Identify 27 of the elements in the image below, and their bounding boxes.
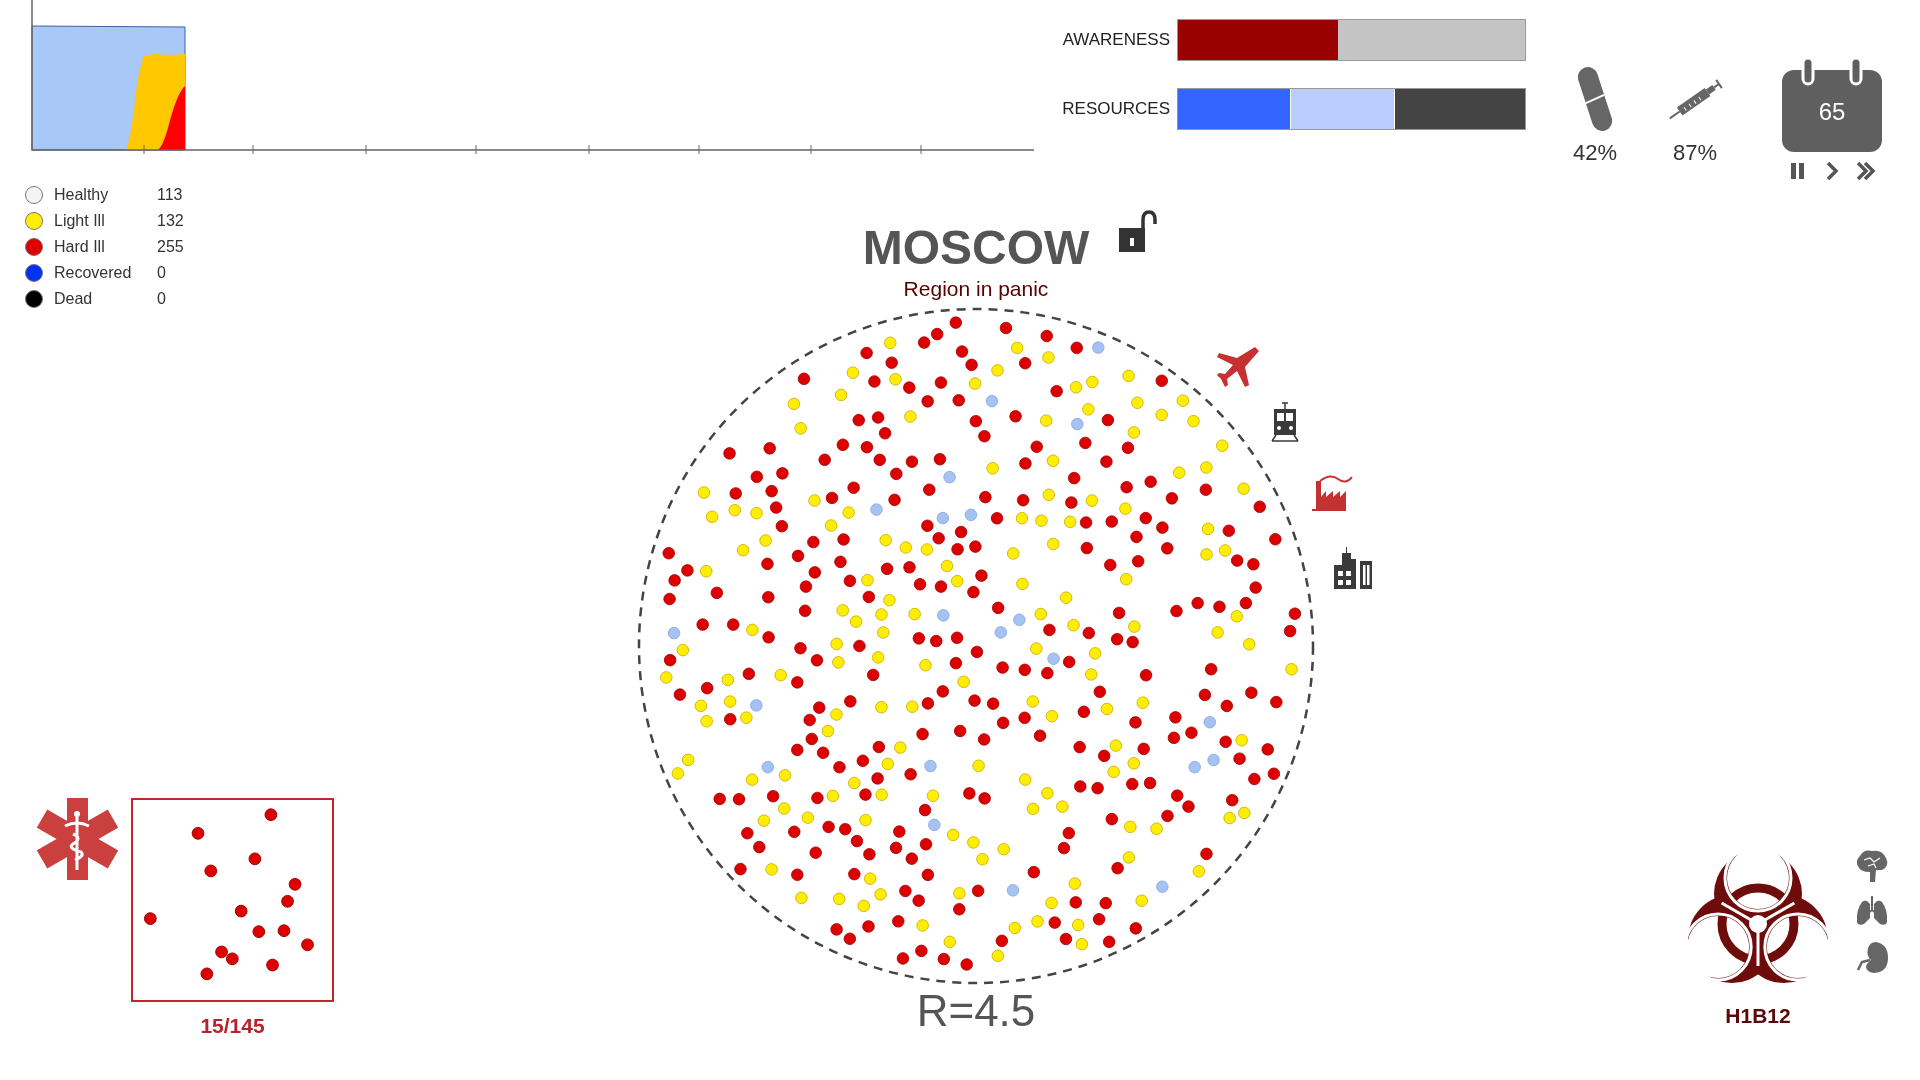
kidney-icon (1854, 940, 1890, 976)
legend-label: Hard Ill (54, 237, 106, 256)
vaccine-percent: 87% (1672, 140, 1717, 166)
unlocked-lock-icon[interactable] (1117, 210, 1160, 254)
brain-icon (1854, 848, 1890, 884)
region-title: MOSCOW (862, 222, 1090, 275)
meter-label: AWARENESS (1061, 30, 1170, 50)
medical-star-icon (37, 798, 118, 880)
legend-count: 0 (157, 263, 167, 282)
legend-label: Healthy (54, 185, 110, 204)
legend-count: 113 (157, 185, 184, 204)
fast-forward-button[interactable] (1855, 160, 1877, 182)
calendar-icon (1782, 58, 1882, 152)
region-status: Region in panic (903, 276, 1049, 301)
legend-count: 132 (157, 211, 185, 230)
r-value: R=4.5 (916, 988, 1036, 1033)
calendar-day: 65 (1818, 100, 1846, 124)
hard-ill-area (158, 86, 185, 150)
legend-label: Recovered (54, 263, 133, 282)
hospital-occupancy: 15/145 (200, 1014, 265, 1038)
legend-count: 0 (157, 289, 167, 308)
legend-count: 255 (157, 237, 185, 256)
medicine-percent: 42% (1572, 140, 1617, 166)
meter-label: RESOURCES (1061, 99, 1170, 119)
legend-label: Light Ill (54, 211, 106, 230)
virus-name: H1B12 (1725, 1004, 1791, 1028)
legend-label: Dead (54, 289, 94, 308)
